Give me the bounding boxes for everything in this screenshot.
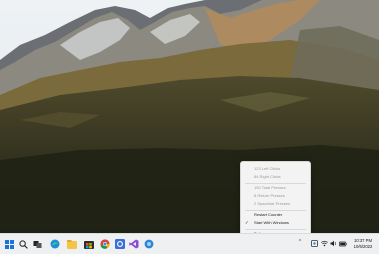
desktop-wallpaper — [0, 0, 379, 233]
task-view-icon[interactable] — [32, 239, 42, 249]
tray-context-menu: 123 Left Clicks 84 Right Clicks 150 Tota… — [240, 161, 311, 240]
windows-start-icon[interactable] — [4, 239, 14, 249]
taskbar: ^ 10:37 PM 10/6/2022 — [0, 233, 379, 254]
file-explorer-icon[interactable] — [67, 239, 77, 249]
tray-overflow-chevron[interactable]: ^ — [299, 239, 301, 245]
clock-date: 10/6/2022 — [353, 244, 373, 249]
edge-icon[interactable] — [50, 239, 60, 249]
chrome-icon[interactable] — [100, 239, 110, 249]
menu-item-return-presses: 8 Return Presses — [254, 193, 285, 198]
menu-item-left-clicks: 123 Left Clicks — [254, 166, 281, 171]
search-icon[interactable] — [18, 239, 28, 249]
visual-studio-icon[interactable] — [129, 239, 139, 249]
microsoft-store-icon[interactable] — [84, 239, 94, 249]
volume-icon[interactable] — [330, 240, 337, 247]
tray-app-icon[interactable] — [311, 240, 318, 247]
taskbar-clock[interactable]: 10:37 PM 10/6/2022 — [349, 238, 377, 250]
menu-item-start-with-windows[interactable]: ✓ Start With Windows — [241, 219, 310, 227]
menu-item-total-presses: 150 Total Presses — [254, 185, 286, 190]
settings-icon[interactable] — [115, 239, 125, 249]
checkmark-icon: ✓ — [245, 220, 249, 225]
menu-item-spacebar-presses: 2 Spacebar Presses — [254, 201, 291, 206]
mouse-counter-app-icon[interactable] — [144, 239, 154, 249]
wifi-icon[interactable] — [321, 240, 328, 247]
menu-item-restart-counter[interactable]: Restart Counter — [241, 211, 310, 219]
battery-icon[interactable] — [339, 240, 347, 247]
menu-item-right-clicks: 84 Right Clicks — [254, 174, 281, 179]
